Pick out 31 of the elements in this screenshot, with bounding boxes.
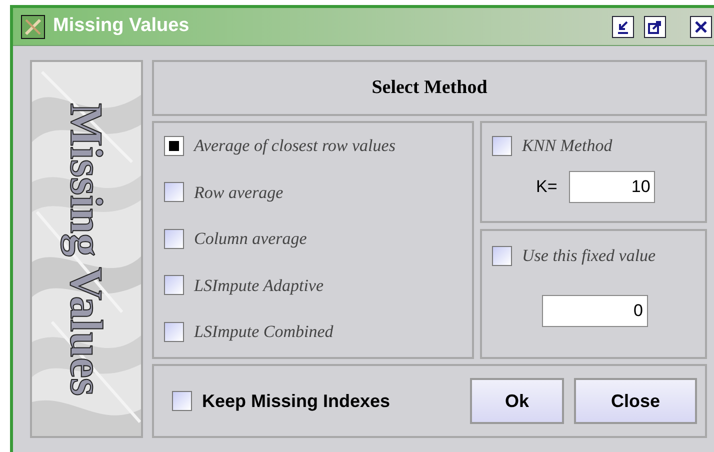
close-dialog-button[interactable]: Close: [574, 378, 697, 424]
option-label: Keep Missing Indexes: [202, 390, 390, 413]
minimize-button[interactable]: [612, 16, 634, 38]
option-label: LSImpute Combined: [194, 321, 334, 343]
option-label: LSImpute Adaptive: [194, 274, 324, 297]
option-label: Use this fixed value: [522, 245, 656, 267]
banner-title: Missing Values: [60, 102, 113, 396]
checkbox[interactable]: [164, 275, 184, 296]
k-input-field[interactable]: 10: [569, 170, 656, 202]
checkbox[interactable]: [492, 246, 512, 266]
checkbox[interactable]: [172, 391, 192, 411]
section-title: Select Method: [372, 76, 488, 100]
window-title: Missing Values: [53, 14, 190, 38]
ok-button[interactable]: Ok: [470, 378, 564, 424]
option-label: Column average: [194, 228, 307, 250]
checkbox[interactable]: [164, 322, 184, 342]
minimize-icon: [616, 20, 630, 34]
tools-icon: [21, 14, 45, 38]
checkbox[interactable]: [492, 136, 512, 156]
option-label: KNN Method: [522, 135, 612, 157]
checkbox[interactable]: [164, 228, 184, 249]
maximize-button[interactable]: [644, 16, 666, 38]
checkbox[interactable]: [164, 182, 184, 202]
k-label: K=: [536, 176, 558, 198]
option-label: Average of closest row values: [194, 135, 396, 157]
close-button[interactable]: [690, 16, 712, 38]
close-icon: [694, 20, 708, 34]
checkbox[interactable]: [164, 136, 184, 156]
option-label: Row average: [194, 182, 284, 204]
fixed-value-field[interactable]: 0: [542, 294, 648, 326]
maximize-icon: [648, 20, 662, 34]
